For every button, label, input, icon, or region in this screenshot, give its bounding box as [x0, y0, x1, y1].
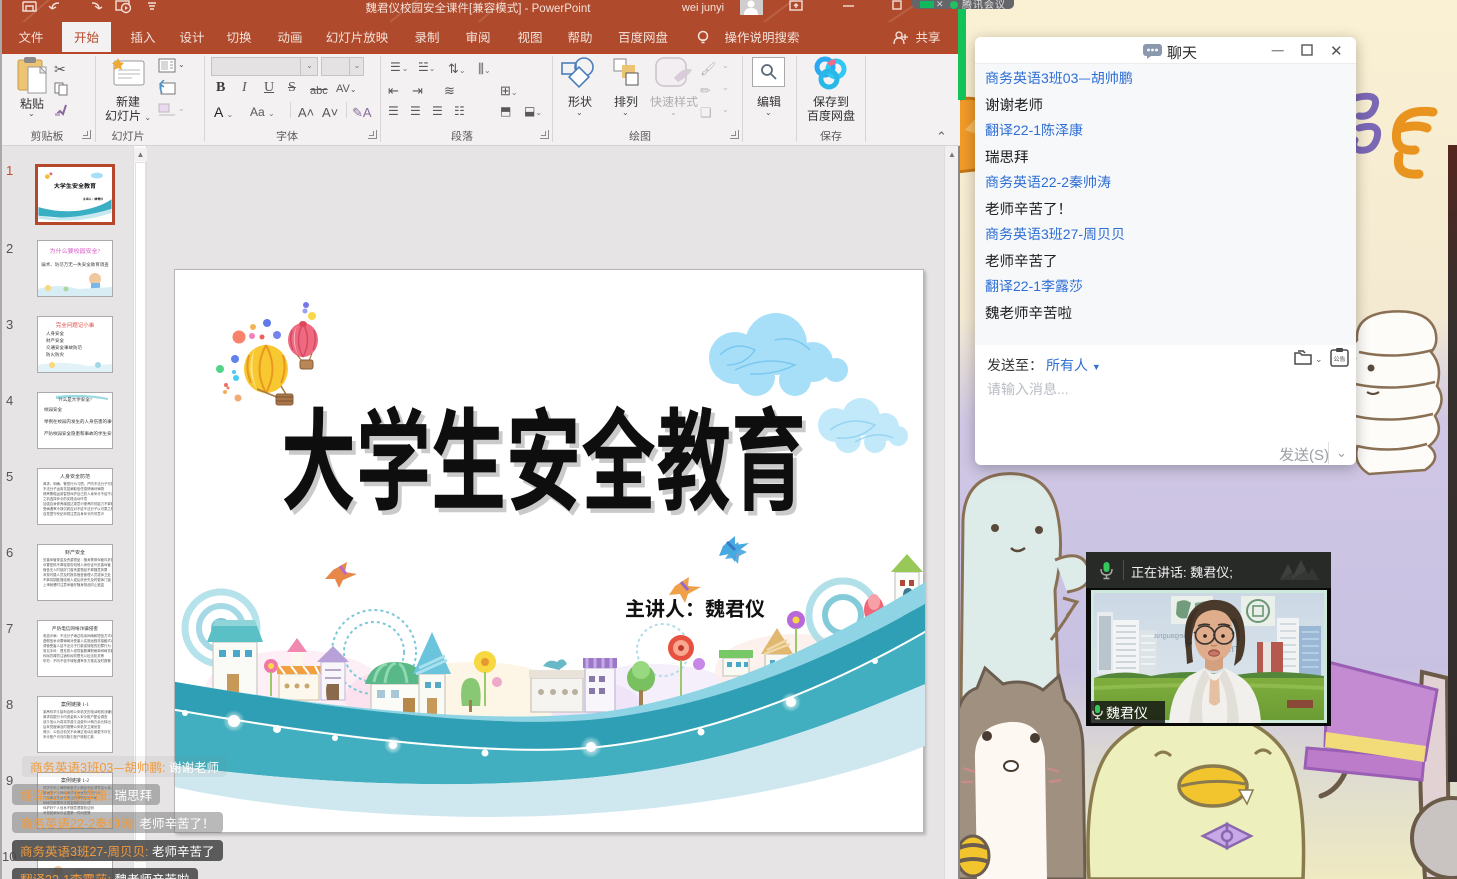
svg-text:上课就餐时注意保管好随身物品防止被盗: 上课就餐时注意保管好随身物品防止被盗 [43, 582, 105, 587]
svg-text:严防校园安全隐患和事故的学生安全防范: 严防校园安全隐患和事故的学生安全防范 [44, 430, 112, 437]
svg-text:交通安全事故防范: 交通安全事故防范 [46, 345, 82, 351]
svg-text:财产安全: 财产安全 [46, 338, 64, 344]
svg-text:举例在校园内发生的人身伤害的事情: 举例在校园内发生的人身伤害的事情 [44, 418, 112, 425]
svg-text:公告: 公告 [1333, 354, 1345, 363]
svg-text:主讲人：魏君仪: 主讲人：魏君仪 [83, 197, 103, 201]
svg-text:安全账户切勿向陌生账户转账汇款: 安全账户切勿向陌生账户转账汇款 [43, 734, 94, 739]
svg-text:魏君仪校园安全课件[兼容模式] - PowerPoint: 魏君仪校园安全课件[兼容模式] - PowerPoint [366, 0, 592, 16]
svg-text:完全问题记小事: 完全问题记小事 [56, 321, 95, 329]
svg-text:为什么要校园安全?: 为什么要校园安全? [50, 246, 101, 255]
svg-text:人身安全: 人身安全 [46, 331, 64, 337]
svg-text:案例链接 1-2: 案例链接 1-2 [61, 777, 89, 784]
svg-text:什么是大学安全?: 什么是大学安全? [58, 397, 92, 403]
svg-text:校园安全: 校园安全 [44, 407, 62, 413]
svg-text:财产安全: 财产安全 [65, 549, 85, 556]
svg-text:wei junyi: wei junyi [681, 0, 724, 15]
svg-text:大学生安全教育: 大学生安全教育 [54, 181, 96, 190]
svg-text:人身安全防范: 人身安全防范 [60, 473, 90, 480]
svg-text:防火防灾: 防火防灾 [46, 352, 64, 358]
svg-text:自觉遵守校纪校规注意自身安全防范意识: 自觉遵守校纪校规注意自身安全防范意识 [43, 511, 105, 516]
svg-text:骗术、防范万无一失安全教育调查: 骗术、防范万无一失安全教育调查 [41, 261, 109, 268]
svg-text:防范：不听不信不转账遇事多方核实及时报警: 防范：不听不信不转账遇事多方核实及时报警 [43, 658, 111, 663]
svg-text:案例链接 1-1: 案例链接 1-1 [61, 701, 89, 708]
svg-text:严防电信网络诈骗侵害: 严防电信网络诈骗侵害 [52, 625, 98, 632]
svg-text:segaugna: segaugna [1153, 630, 1187, 641]
